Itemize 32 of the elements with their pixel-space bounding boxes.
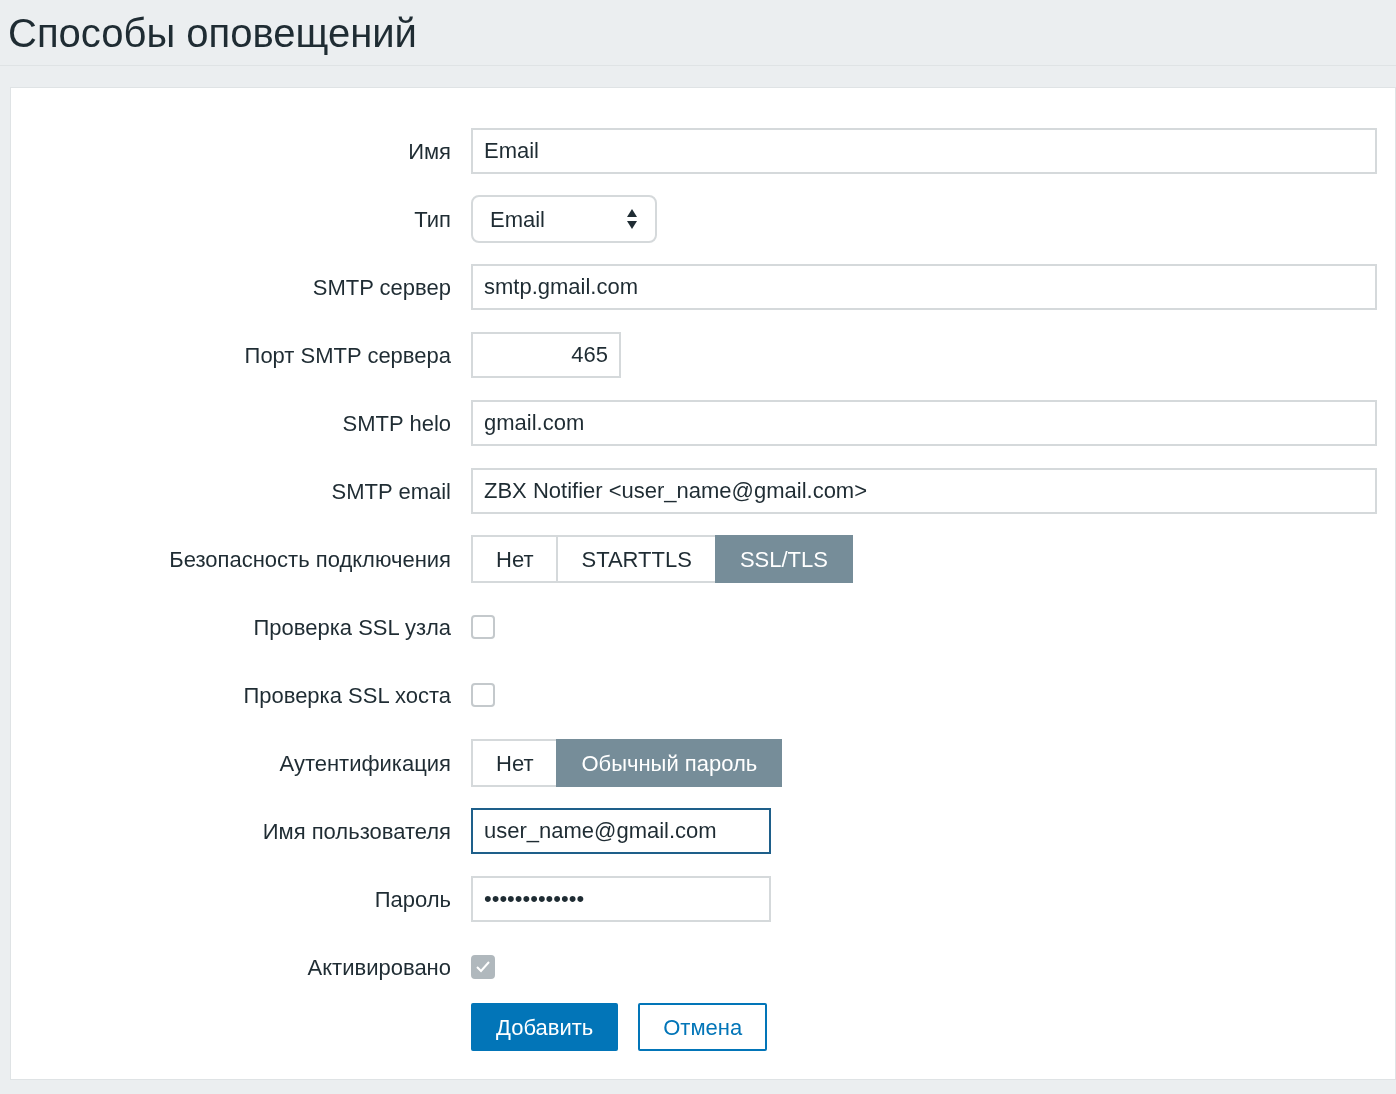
checkbox[interactable] — [471, 955, 495, 979]
field-label: Проверка SSL узла — [252, 613, 451, 642]
cancel-button[interactable]: Отмена — [638, 1003, 768, 1051]
field-label: Безопасность подключения — [168, 545, 451, 574]
checkbox[interactable] — [471, 615, 495, 639]
field-label: Имя пользователя — [261, 817, 451, 846]
field-label: SMTP email — [330, 477, 451, 506]
input-field[interactable]: ••••••••••••• — [471, 876, 771, 922]
input-field[interactable]: Email — [471, 128, 1377, 174]
type-select[interactable]: Email — [471, 195, 657, 243]
field-label: Пароль — [373, 885, 451, 914]
input-field[interactable]: gmail.com — [471, 400, 1377, 446]
add-button[interactable]: Добавить — [471, 1003, 619, 1051]
field-label: Тип — [413, 205, 451, 234]
segment-option[interactable]: Нет — [471, 739, 559, 787]
field-label: SMTP сервер — [311, 273, 451, 302]
field-label: Аутентификация — [278, 749, 451, 778]
field-label: Проверка SSL хоста — [242, 681, 451, 710]
checkbox[interactable] — [471, 683, 495, 707]
up-down-caret-icon — [626, 207, 638, 231]
segment-option[interactable]: Нет — [471, 535, 559, 583]
field-label: Порт SMTP сервера — [243, 341, 451, 370]
checkmark-icon — [476, 961, 490, 973]
segment-option[interactable]: STARTTLS — [556, 535, 717, 583]
field-label: Активировано — [306, 953, 451, 982]
input-field[interactable]: user_name@gmail.com — [471, 808, 771, 854]
field-label: SMTP helo — [341, 409, 451, 438]
field-label: Имя — [407, 137, 451, 166]
input-field[interactable]: smtp.gmail.com — [471, 264, 1377, 310]
input-field[interactable]: ZBX Notifier <user_name@gmail.com> — [471, 468, 1377, 514]
page-title: Способы оповещений — [8, 9, 417, 57]
port-field[interactable]: 465 — [471, 332, 621, 378]
